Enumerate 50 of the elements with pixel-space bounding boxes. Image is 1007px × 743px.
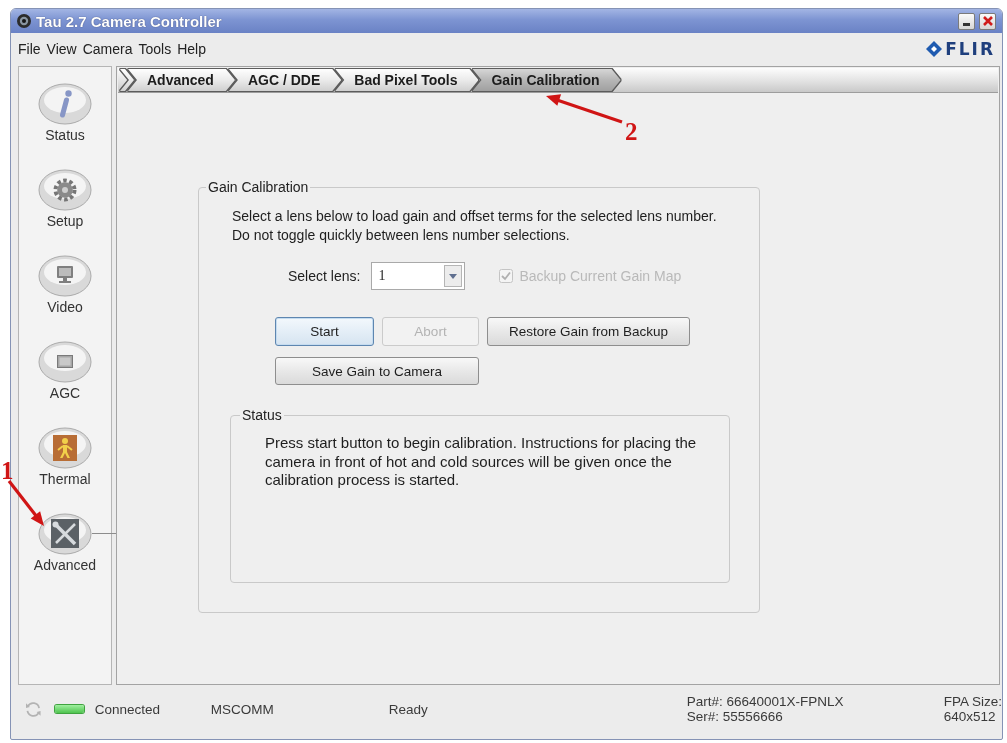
lens-icon bbox=[17, 14, 31, 28]
fpa-size-label: FPA Size: bbox=[943, 694, 1002, 709]
breadcrumb-tab[interactable]: AGC / DDE bbox=[228, 69, 342, 91]
group-title: Gain Calibration bbox=[207, 179, 310, 195]
minimize-icon bbox=[963, 22, 970, 26]
connection-status: Connected bbox=[94, 701, 162, 717]
save-button[interactable]: Save Gain to Camera bbox=[275, 357, 479, 385]
brand-logo: FLIR bbox=[945, 39, 995, 59]
thermal-image-icon bbox=[38, 427, 92, 469]
annotation-number: 2 bbox=[625, 119, 638, 144]
menu-item[interactable]: File bbox=[15, 39, 44, 59]
menu-item[interactable]: Tools bbox=[135, 39, 175, 59]
lens-label: Select lens: bbox=[288, 268, 361, 284]
breadcrumb-tab[interactable]: Advanced bbox=[128, 69, 235, 91]
info-icon bbox=[38, 83, 92, 125]
instruction-text: Select a lens below to load gain and offset terms for the selected lens number. bbox=[232, 207, 717, 226]
close-button[interactable] bbox=[979, 12, 996, 30]
sidebar-item[interactable]: Setup bbox=[19, 169, 111, 229]
sidebar-item[interactable]: Video bbox=[19, 255, 111, 315]
sidebar-item[interactable]: Status bbox=[19, 83, 111, 143]
annotation-number: 1 bbox=[1, 458, 14, 483]
tools-icon bbox=[38, 513, 92, 555]
group-title: Status bbox=[241, 407, 283, 423]
breadcrumb-tab[interactable]: Gain Calibration bbox=[472, 69, 621, 91]
sidebar-item[interactable]: AGC bbox=[19, 341, 111, 401]
caret-icon bbox=[444, 265, 463, 287]
breadcrumb-start-segment bbox=[120, 69, 134, 91]
screen-icon bbox=[38, 341, 92, 383]
lens-dropdown[interactable]: 1 bbox=[371, 262, 466, 290]
menu-item[interactable]: View bbox=[43, 39, 80, 59]
status-message: Press start button to begin calibration. Instructions for placing the camera in front of hot and cold sources will be given once the calibration process is started. bbox=[265, 434, 698, 490]
sidebar-item[interactable]: Thermal bbox=[19, 427, 111, 487]
restore-button[interactable]: Restore Gain from Backup bbox=[487, 317, 690, 346]
start-button[interactable]: Start bbox=[275, 317, 374, 346]
refresh-icon bbox=[25, 700, 42, 718]
diamond-logo-icon bbox=[926, 41, 943, 57]
instruction-text: Do not toggle quickly between lens number selections. bbox=[232, 226, 570, 245]
menu-item[interactable]: Help bbox=[174, 39, 209, 59]
minimize-button[interactable] bbox=[958, 12, 975, 30]
menu-item[interactable]: Camera bbox=[79, 39, 136, 59]
state-label: Ready bbox=[388, 701, 429, 717]
fpa-size-value: 640x512 bbox=[943, 709, 997, 724]
breadcrumb-tab[interactable]: Bad Pixel Tools bbox=[335, 69, 479, 91]
close-icon bbox=[982, 16, 993, 26]
gear-icon bbox=[38, 169, 92, 211]
serial-number: Ser#: 55556666 bbox=[686, 709, 784, 724]
monitor-icon bbox=[38, 255, 92, 297]
part-number: Part#: 66640001X-FPNLX bbox=[686, 694, 845, 709]
window-title: Tau 2.7 Camera Controller bbox=[36, 12, 222, 30]
port-label: MSCOMM bbox=[210, 701, 275, 717]
